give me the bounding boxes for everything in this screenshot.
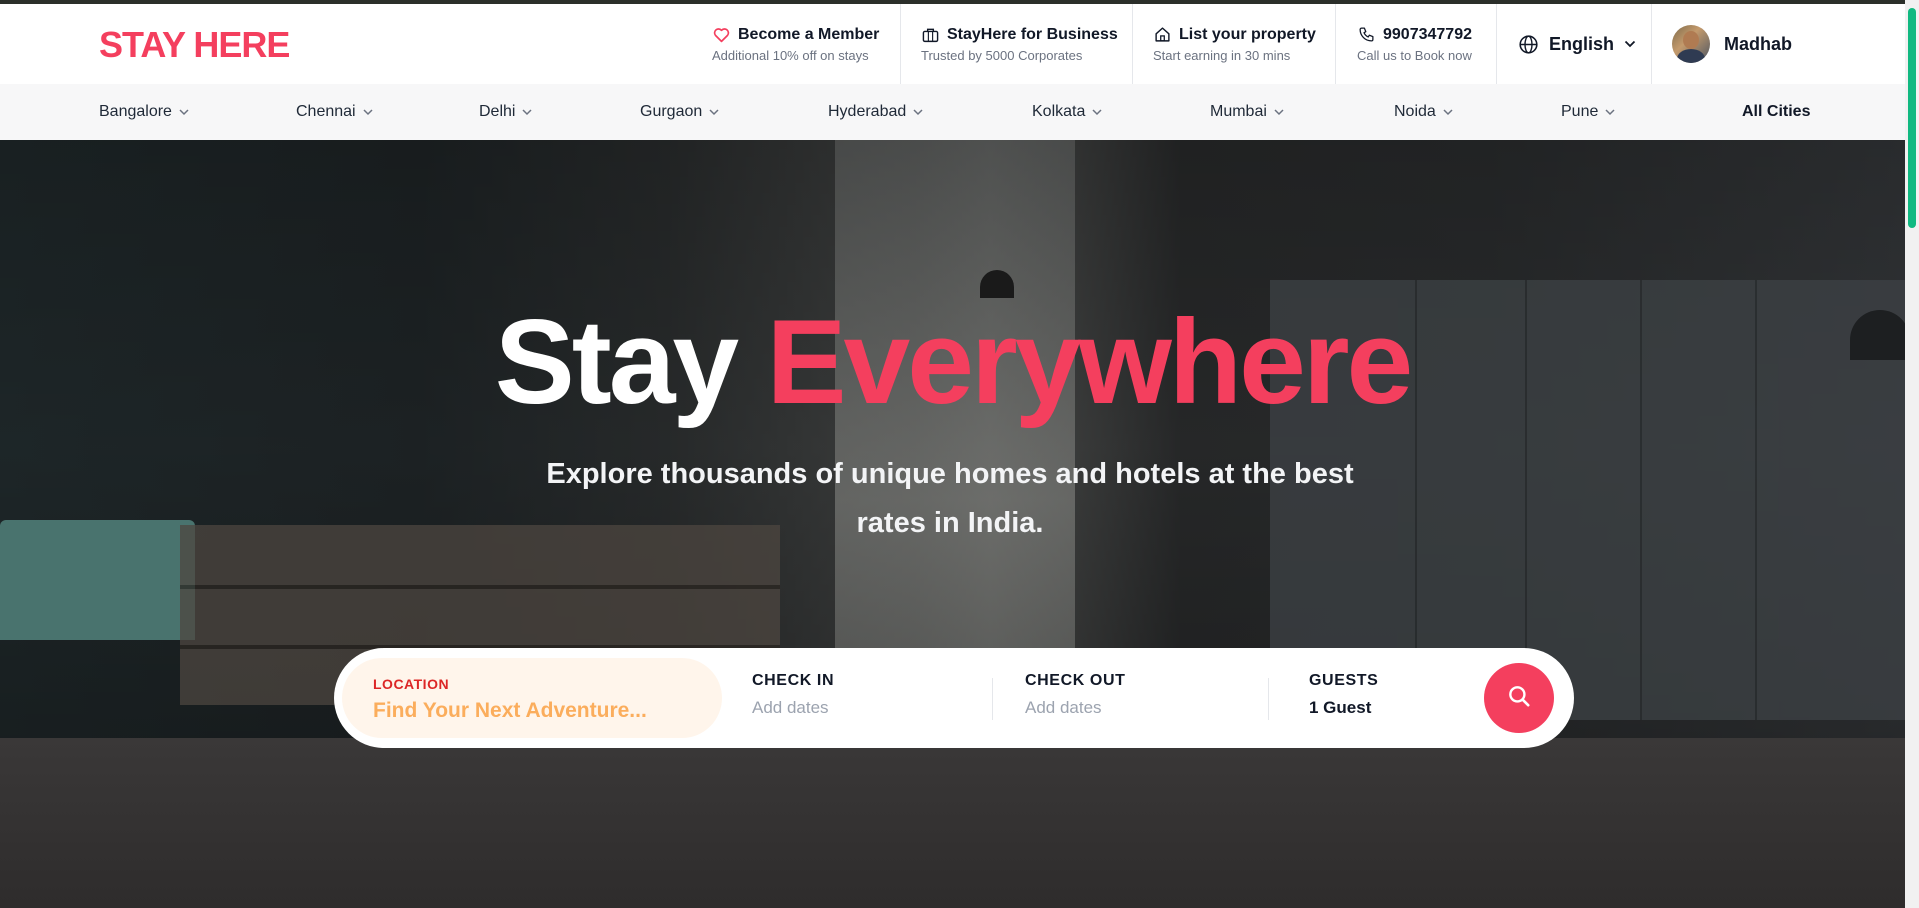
- guests-label: GUESTS: [1309, 672, 1379, 689]
- city-nav: Bangalore Chennai Delhi Gurgaon Hyderaba…: [0, 84, 1905, 141]
- search-divider: [992, 678, 993, 720]
- checkout-field[interactable]: CHECK OUT Add dates: [1025, 672, 1126, 718]
- business-subtitle: Trusted by 5000 Corporates: [921, 47, 1083, 63]
- scrollbar-thumb[interactable]: [1908, 8, 1916, 228]
- user-menu[interactable]: Madhab: [1672, 4, 1792, 84]
- language-selector[interactable]: English: [1517, 4, 1636, 84]
- chevron-down-icon: [363, 108, 373, 115]
- city-label: Pune: [1561, 103, 1599, 120]
- checkin-field[interactable]: CHECK IN Add dates: [752, 672, 834, 718]
- member-title: Become a Member: [738, 25, 880, 43]
- search-button[interactable]: [1484, 663, 1554, 733]
- hero-background-sofa: [0, 520, 195, 640]
- checkout-value: Add dates: [1025, 698, 1102, 717]
- location-input[interactable]: Find Your Next Adventure...: [373, 699, 647, 723]
- header-divider: [900, 4, 901, 84]
- search-bar: LOCATION Find Your Next Adventure... CHE…: [334, 648, 1574, 748]
- hero-background-pendant: [980, 270, 1014, 298]
- hero-background-floor: [0, 738, 1905, 908]
- chevron-down-icon: [1624, 35, 1636, 53]
- city-item-pune[interactable]: Pune: [1561, 84, 1615, 140]
- business-link[interactable]: StayHere for Business Trusted by 5000 Co…: [921, 4, 1118, 84]
- city-item-delhi[interactable]: Delhi: [479, 84, 532, 140]
- phone-link[interactable]: 9907347792 Call us to Book now: [1357, 4, 1472, 84]
- chevron-down-icon: [522, 108, 532, 115]
- language-label: English: [1549, 33, 1615, 54]
- site-header: STAY HERE Become a Member Additional 10%…: [0, 4, 1905, 84]
- location-field[interactable]: LOCATION Find Your Next Adventure...: [342, 658, 722, 738]
- header-divider: [1132, 4, 1133, 84]
- city-label: Bangalore: [99, 103, 172, 120]
- heart-icon: [712, 26, 730, 44]
- city-item-noida[interactable]: Noida: [1394, 84, 1453, 140]
- city-item-chennai[interactable]: Chennai: [296, 84, 373, 140]
- header-divider: [1651, 4, 1652, 84]
- city-item-hyderabad[interactable]: Hyderabad: [828, 84, 923, 140]
- city-label: Mumbai: [1210, 103, 1267, 120]
- phone-number: 9907347792: [1383, 25, 1472, 43]
- city-item-gurgaon[interactable]: Gurgaon: [640, 84, 719, 140]
- search-icon: [1506, 683, 1532, 714]
- location-label: LOCATION: [373, 676, 450, 692]
- property-title: List your property: [1179, 25, 1316, 43]
- home-icon: [1153, 26, 1171, 44]
- header-divider: [1496, 4, 1497, 84]
- hero-title-accent: Everywhere: [766, 295, 1414, 429]
- city-item-kolkata[interactable]: Kolkata: [1032, 84, 1102, 140]
- city-label: Chennai: [296, 103, 356, 120]
- hero-section: Stay Everywhere Explore thousands of uni…: [0, 140, 1905, 908]
- brand-logo[interactable]: STAY HERE: [99, 24, 290, 66]
- user-name: Madhab: [1724, 33, 1793, 54]
- search-divider: [1268, 678, 1269, 720]
- city-label: Kolkata: [1032, 103, 1086, 120]
- property-subtitle: Start earning in 30 mins: [1153, 47, 1291, 63]
- city-item-bangalore[interactable]: Bangalore: [99, 84, 189, 140]
- city-label: Noida: [1394, 103, 1436, 120]
- member-subtitle: Additional 10% off on stays: [712, 47, 869, 63]
- globe-icon: [1517, 33, 1539, 55]
- guests-value: 1 Guest: [1309, 698, 1372, 717]
- checkout-label: CHECK OUT: [1025, 672, 1126, 689]
- hero-subtitle-line-2: rates in India.: [856, 507, 1044, 539]
- avatar: [1672, 25, 1710, 63]
- chevron-down-icon: [913, 108, 923, 115]
- phone-subtitle: Call us to Book now: [1357, 47, 1472, 63]
- city-item-mumbai[interactable]: Mumbai: [1210, 84, 1284, 140]
- chevron-down-icon: [1274, 108, 1284, 115]
- chevron-down-icon: [1605, 108, 1615, 115]
- hero-subtitle: Explore thousands of unique homes and ho…: [540, 450, 1360, 548]
- city-label: Gurgaon: [640, 103, 703, 120]
- briefcase-icon: [921, 26, 939, 44]
- chevron-down-icon: [179, 108, 189, 115]
- become-member-link[interactable]: Become a Member Additional 10% off on st…: [712, 4, 879, 84]
- hero-subtitle-line-1: Explore thousands of unique homes and ho…: [546, 458, 1354, 490]
- chevron-down-icon: [1443, 108, 1453, 115]
- list-property-link[interactable]: List your property Start earning in 30 m…: [1153, 4, 1316, 84]
- chevron-down-icon: [709, 108, 719, 115]
- all-cities-link[interactable]: All Cities: [1742, 84, 1810, 140]
- checkin-value: Add dates: [752, 698, 829, 717]
- checkin-label: CHECK IN: [752, 672, 835, 689]
- business-title: StayHere for Business: [947, 25, 1118, 43]
- city-label: Delhi: [479, 103, 516, 120]
- hero-title: Stay Everywhere: [0, 302, 1905, 422]
- chevron-down-icon: [1092, 108, 1102, 115]
- guests-field[interactable]: GUESTS 1 Guest: [1309, 672, 1378, 718]
- hero-title-white: Stay: [494, 295, 739, 429]
- phone-icon: [1357, 26, 1375, 44]
- header-divider: [1335, 4, 1336, 84]
- city-label: Hyderabad: [828, 103, 907, 120]
